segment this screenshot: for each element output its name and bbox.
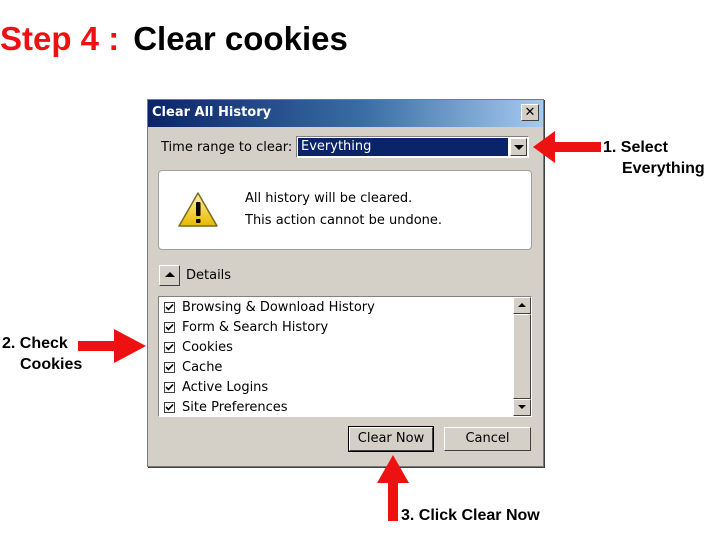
arrow-to-cookies <box>78 329 146 363</box>
time-range-value: Everything <box>298 138 508 156</box>
details-label[interactable]: Details <box>186 268 231 283</box>
warning-text-line2: This action cannot be undone. <box>245 213 443 228</box>
close-button[interactable]: ✕ <box>521 104 539 121</box>
arrow-to-time-range <box>533 131 601 163</box>
details-toggle-button[interactable] <box>159 265 180 286</box>
close-icon: ✕ <box>524 105 536 120</box>
time-range-label: Time range to clear: <box>161 140 293 155</box>
warning-text-line1: All history will be cleared. <box>245 191 413 206</box>
checkbox[interactable] <box>164 382 175 393</box>
checkbox[interactable] <box>164 342 175 353</box>
checkmark-icon <box>165 343 174 351</box>
clear-history-dialog: Clear All History ✕ Time range to clear:… <box>147 99 544 467</box>
chevron-down-icon[interactable] <box>510 138 527 156</box>
checkbox[interactable] <box>164 302 175 313</box>
step-title: Clear cookies <box>133 20 348 57</box>
annotation-select-line2: Everything <box>622 160 705 177</box>
cancel-button[interactable]: Cancel <box>444 427 531 451</box>
warning-triangle-icon <box>178 192 218 227</box>
scroll-down-button[interactable] <box>513 399 531 416</box>
dialog-titlebar[interactable]: Clear All History ✕ <box>148 100 543 127</box>
warning-box: All history will be cleared. This action… <box>158 170 532 250</box>
list-item-label: Cookies <box>182 340 233 355</box>
list-scrollbar[interactable] <box>513 297 531 416</box>
history-items-list: Browsing & Download History Form & Searc… <box>158 296 532 417</box>
checkbox[interactable] <box>164 362 175 373</box>
list-item-label: Browsing & Download History <box>182 300 375 315</box>
checkmark-icon <box>165 303 174 311</box>
checkmark-icon <box>165 363 174 371</box>
step-label: Step 4 : <box>0 20 120 57</box>
checkbox[interactable] <box>164 402 175 413</box>
annotation-check-line1: 2. Check <box>2 335 68 352</box>
checkmark-icon <box>165 403 174 411</box>
list-item-label: Form & Search History <box>182 320 329 335</box>
annotation-check-line2: Cookies <box>20 356 83 373</box>
dialog-title: Clear All History <box>152 105 272 120</box>
time-range-select[interactable]: Everything <box>296 136 529 158</box>
clear-now-button[interactable]: Clear Now <box>348 426 434 452</box>
checkbox[interactable] <box>164 322 175 333</box>
list-item-label: Cache <box>182 360 223 375</box>
annotation-click: 3. Click Clear Now <box>401 507 540 524</box>
checkmark-icon <box>165 323 174 331</box>
annotation-select-line1: 1. Select <box>603 139 668 156</box>
scrollbar-thumb[interactable] <box>513 314 531 399</box>
list-item-label: Active Logins <box>182 380 269 395</box>
scroll-up-button[interactable] <box>513 297 531 314</box>
checkmark-icon <box>165 383 174 391</box>
page-heading: Step 4 : Clear cookies <box>0 20 348 58</box>
list-item-label: Site Preferences <box>182 400 288 415</box>
